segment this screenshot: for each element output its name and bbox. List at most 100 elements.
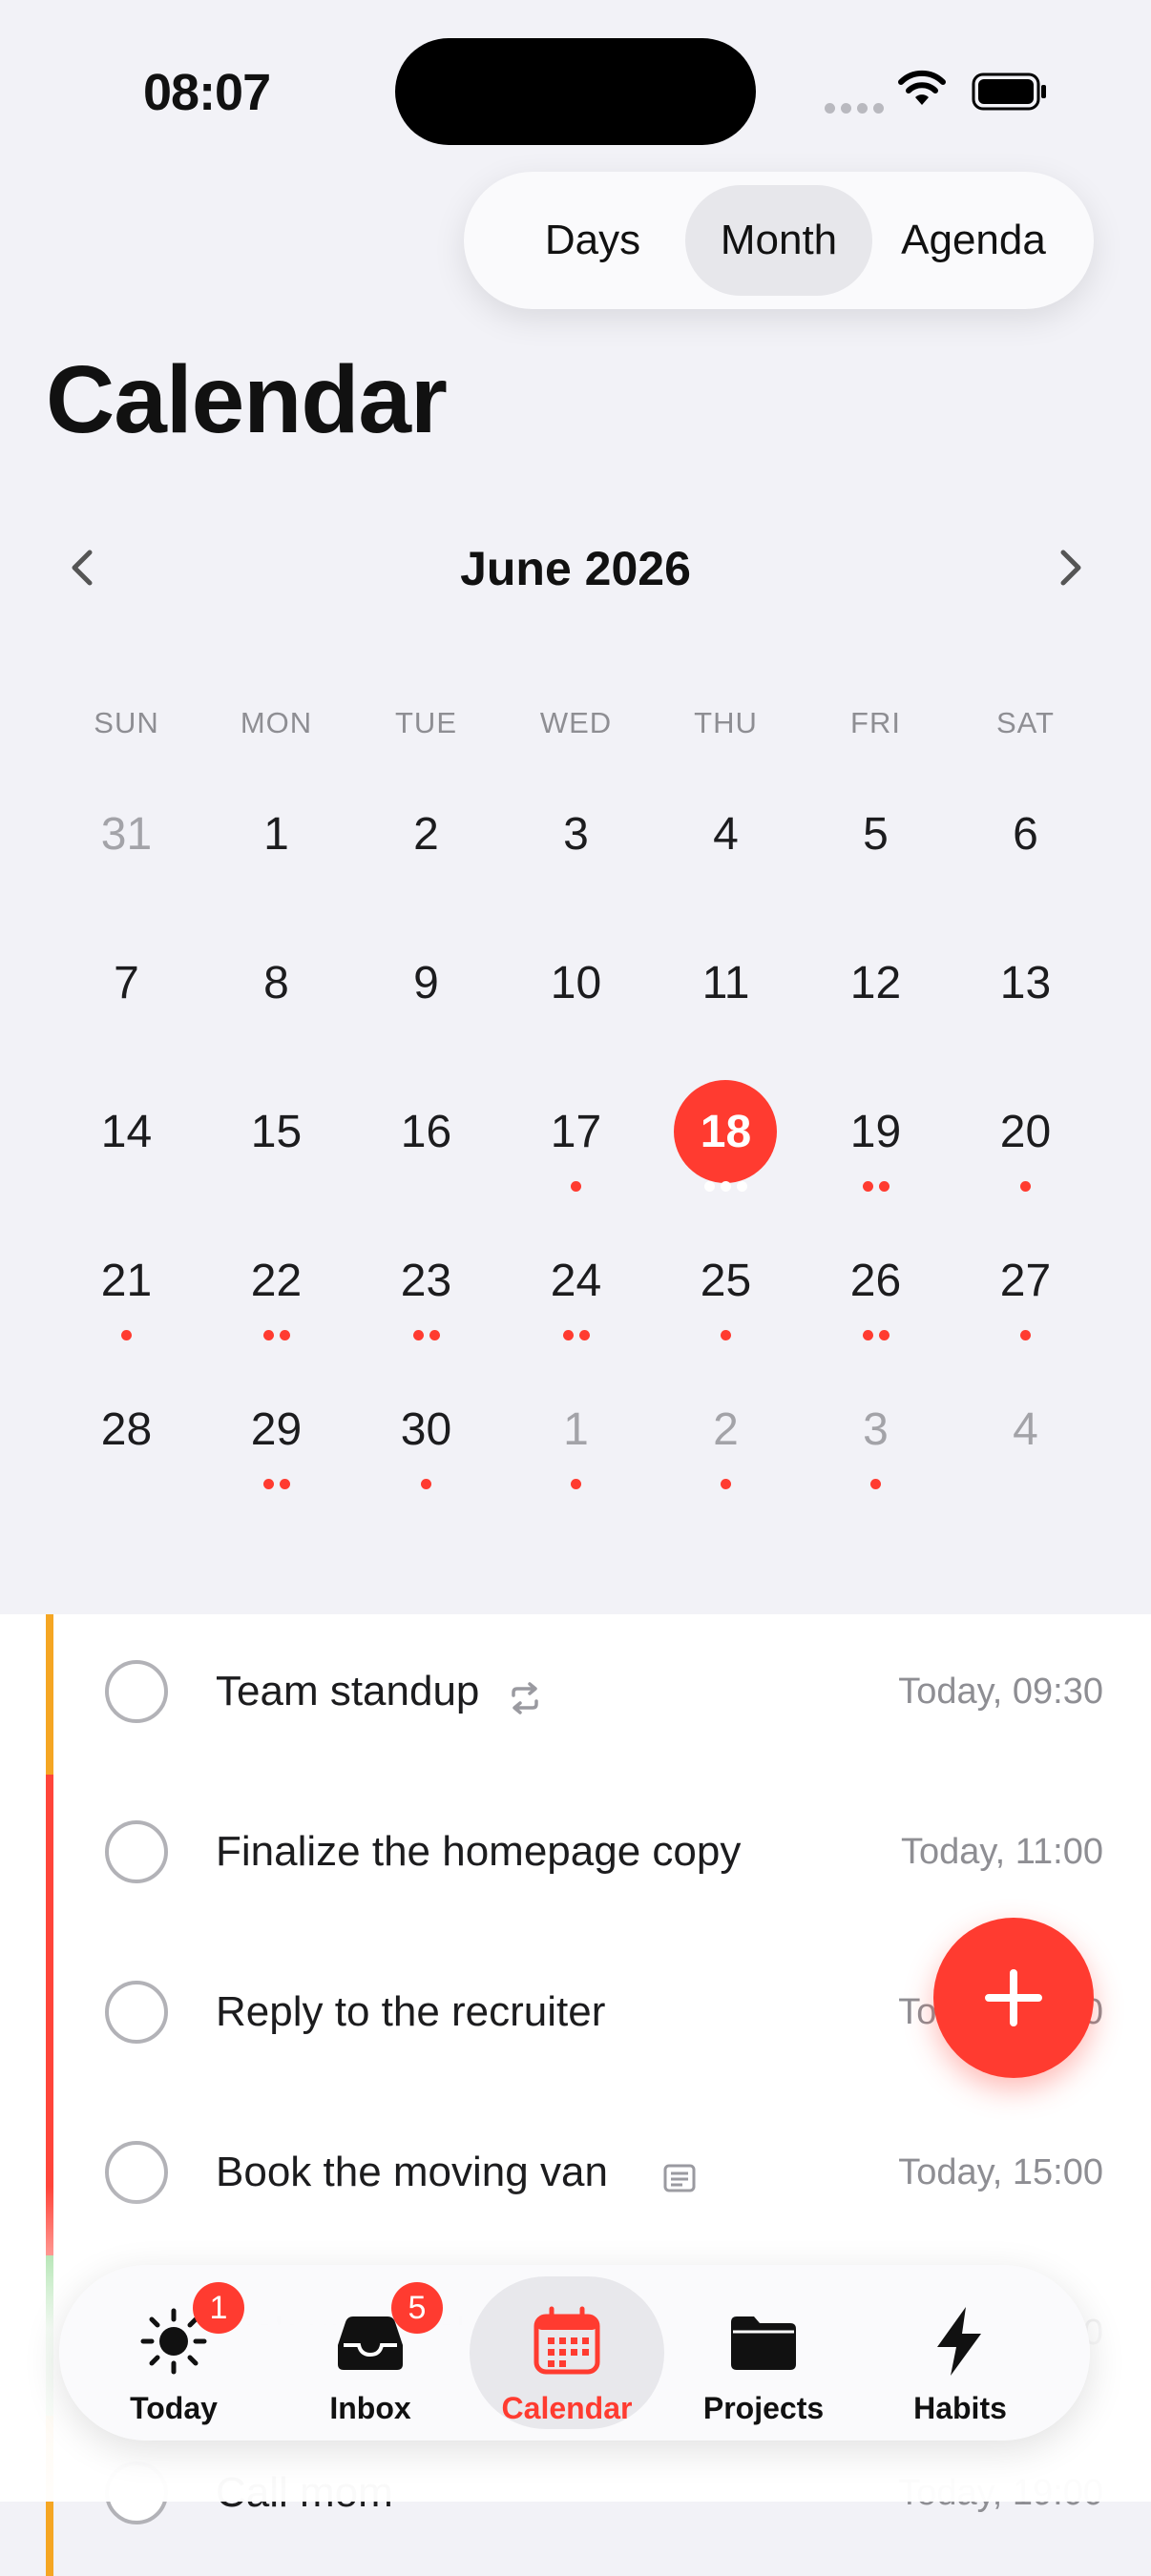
tab-label-inbox: Inbox (329, 2391, 411, 2425)
calendar-day[interactable]: 19 (801, 1061, 951, 1210)
status-time: 08:07 (143, 64, 271, 121)
calendar-day[interactable]: 28 (52, 1359, 201, 1507)
event-dot (429, 1330, 440, 1340)
calendar-day[interactable]: 29 (201, 1359, 351, 1507)
calendar-day[interactable]: 1 (501, 1359, 651, 1507)
calendar-day[interactable]: 24 (501, 1210, 651, 1359)
event-dot (704, 1181, 715, 1192)
month-title: June 2026 (460, 542, 691, 595)
day-number: 24 (550, 1256, 602, 1306)
task-row[interactable]: Book the moving van Today, 15:00 (0, 2095, 1151, 2255)
calendar-day[interactable]: 11 (651, 912, 801, 1061)
wifi-icon (898, 70, 946, 105)
weekday-label: THU (694, 706, 758, 739)
calendar-week-row: 31 1 2 3 4 5 6 (52, 763, 1099, 912)
calendar-day[interactable]: 27 (951, 1210, 1100, 1359)
calendar-day[interactable]: 2 (351, 763, 501, 912)
task-due-date: Today, 11:00 (901, 1832, 1103, 1872)
tab-today[interactable]: 1 Today (76, 2276, 271, 2429)
weekday-label: MON (240, 706, 313, 739)
calendar-day[interactable]: 20 (951, 1061, 1100, 1210)
tab-label-projects: Projects (702, 2391, 825, 2425)
today-badge: 1 (193, 2282, 244, 2334)
segment-agenda[interactable]: Agenda (878, 185, 1069, 296)
event-dot (1020, 1181, 1031, 1192)
event-dot (121, 1330, 132, 1340)
month-navigation: June 2026 (0, 520, 1151, 615)
task-checkbox[interactable] (105, 1660, 168, 1723)
calendar-day[interactable]: 14 (52, 1061, 201, 1210)
event-indicator-dots (351, 1479, 501, 1490)
calendar-day[interactable]: 13 (951, 912, 1100, 1061)
calendar-day[interactable]: 1 (201, 763, 351, 912)
task-checkbox[interactable] (105, 2462, 168, 2524)
tab-label-habits: Habits (913, 2391, 1007, 2425)
calendar-day[interactable]: 4 (951, 1359, 1100, 1507)
calendar-day[interactable]: 26 (801, 1210, 951, 1359)
add-task-button[interactable] (933, 1918, 1094, 2078)
task-title: Reply to the recruiter (216, 1988, 606, 2035)
day-number: 16 (400, 1107, 452, 1157)
task-row[interactable]: Team standup Today, 09:30 (0, 1614, 1151, 1775)
event-indicator-dots (801, 1479, 951, 1490)
task-checkbox[interactable] (105, 1981, 168, 2044)
day-number: 27 (999, 1256, 1052, 1306)
calendar-day[interactable]: 30 (351, 1359, 501, 1507)
calendar-day[interactable]: 16 (351, 1061, 501, 1210)
event-dot (421, 1479, 431, 1489)
calendar-day[interactable]: 15 (201, 1061, 351, 1210)
event-dot (571, 1181, 581, 1192)
task-row[interactable]: Finalize the homepage copy Today, 11:00 (0, 1775, 1151, 1935)
event-dot (262, 1479, 274, 1489)
calendar-day[interactable]: 31 (52, 763, 201, 912)
calendar-day[interactable]: 6 (951, 763, 1100, 912)
event-dot (262, 1330, 274, 1340)
tab-inbox[interactable]: 5 Inbox (273, 2276, 468, 2429)
calendar-day[interactable]: 4 (651, 763, 801, 912)
task-title: Call mom (216, 2469, 393, 2516)
tab-projects[interactable]: Projects (666, 2276, 861, 2429)
weekday-label: WED (539, 706, 613, 739)
calendar-day[interactable]: 23 (351, 1210, 501, 1359)
calendar-day[interactable]: 9 (351, 912, 501, 1061)
event-dot (578, 1330, 590, 1340)
day-number: 11 (701, 958, 750, 1008)
task-checkbox[interactable] (105, 2141, 168, 2204)
plus-icon (985, 1969, 1042, 2026)
event-dot (862, 1330, 873, 1340)
segment-days[interactable]: Days (502, 185, 683, 296)
event-indicator-dots (501, 1479, 651, 1490)
calendar-day[interactable]: 12 (801, 912, 951, 1061)
calendar-day[interactable]: 7 (52, 912, 201, 1061)
tab-calendar[interactable]: Calendar (470, 2276, 664, 2429)
dynamic-island (395, 38, 756, 145)
calendar-week-row: 14 15 16 17 18 19 20 (52, 1061, 1099, 1210)
calendar-day[interactable]: 8 (201, 912, 351, 1061)
calendar-day[interactable]: 3 (501, 763, 651, 912)
tab-habits[interactable]: Habits (863, 2276, 1057, 2429)
calendar-day[interactable]: 17 (501, 1061, 651, 1210)
calendar-day[interactable]: 22 (201, 1210, 351, 1359)
segment-month[interactable]: Month (685, 185, 872, 296)
day-number: 20 (999, 1107, 1052, 1157)
calendar-day-today[interactable]: 18 (651, 1061, 801, 1210)
event-dot (862, 1181, 873, 1192)
event-dot (562, 1330, 574, 1340)
calendar-day[interactable]: 25 (651, 1210, 801, 1359)
event-indicator-dots (651, 1479, 801, 1490)
day-number: 17 (550, 1107, 602, 1157)
day-number: 2 (413, 809, 439, 860)
status-bar: 08:07 (0, 0, 1151, 181)
calendar-day[interactable]: 3 (801, 1359, 951, 1507)
calendar-day[interactable]: 5 (801, 763, 951, 912)
day-number: 15 (250, 1107, 303, 1157)
task-due-date: Today, 15:00 (898, 2152, 1103, 2192)
calendar-day[interactable]: 10 (501, 912, 651, 1061)
calendar-day[interactable]: 2 (651, 1359, 801, 1507)
chevron-right-icon[interactable] (1042, 541, 1096, 594)
event-dot (721, 1479, 731, 1489)
weekday-label: TUE (395, 706, 457, 739)
calendar-day[interactable]: 21 (52, 1210, 201, 1359)
page-title: Calendar (46, 346, 448, 453)
task-checkbox[interactable] (105, 1820, 168, 1883)
